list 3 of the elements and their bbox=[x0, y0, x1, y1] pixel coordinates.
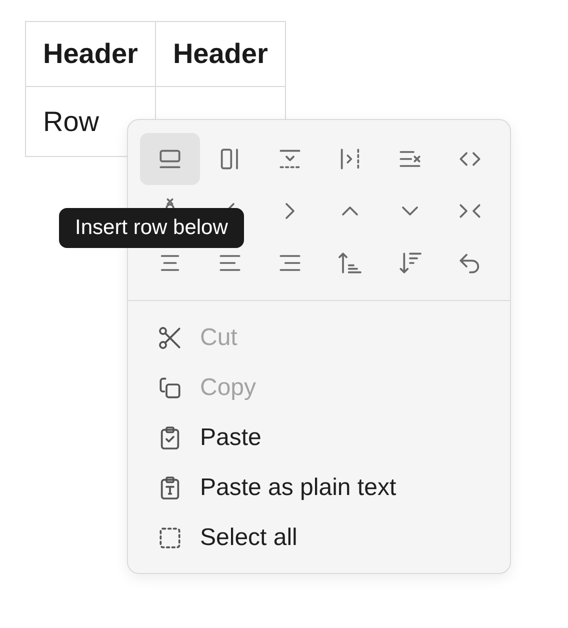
tooltip: Insert row below bbox=[59, 208, 244, 248]
table-header-cell: Header bbox=[26, 22, 156, 86]
table-header-cell: Header bbox=[155, 22, 286, 86]
